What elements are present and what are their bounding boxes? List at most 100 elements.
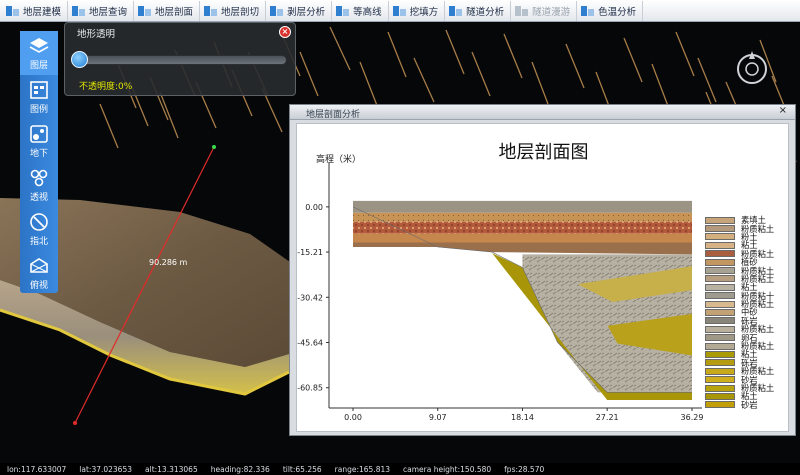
stratum-fill-sand [353, 212, 692, 222]
close-icon[interactable]: × [279, 26, 291, 38]
tool-icon [270, 5, 284, 17]
stratum-fill-clay [353, 233, 692, 243]
toolbar-button-5[interactable]: 等高线 [332, 0, 389, 21]
legend-swatch [705, 367, 735, 375]
toolbar-button-label: 隧道分析 [466, 6, 505, 18]
toolbar-button-label: 地层剖面 [155, 6, 194, 18]
window-titlebar[interactable]: 地层剖面分析 × [290, 105, 795, 120]
tool-icon [336, 5, 350, 17]
sidebar-item-label: 图层 [29, 61, 48, 71]
sidebar-item-north[interactable]: 指北 [20, 207, 58, 251]
legend-swatch [705, 233, 735, 241]
toolbar-button-9[interactable]: 色温分析 [577, 0, 644, 21]
status-heading: heading:82.336 [210, 464, 270, 474]
toolbar-button-0[interactable]: 地层建模 [2, 0, 69, 21]
legend-swatch [705, 225, 735, 233]
toolbar-button-label: 挖填方 [409, 6, 439, 18]
tool-icon [449, 5, 463, 17]
close-button[interactable]: × [779, 105, 787, 116]
x-tick-label: 9.07 [429, 413, 447, 422]
perspective-icon [30, 169, 48, 187]
toolbar-button-4[interactable]: 剥层分析 [266, 0, 333, 21]
y-tick-label: -30.42 [297, 293, 323, 302]
borehole-line [531, 61, 549, 105]
y-tick-label: 0.00 [305, 203, 323, 212]
borehole-line [359, 61, 379, 109]
borehole-line [675, 31, 695, 77]
x-tick-label: 0.00 [344, 413, 362, 422]
sidebar-item-legend[interactable]: 图例 [20, 75, 58, 119]
tool-icon [138, 5, 152, 17]
sidebar-item-layers[interactable]: 图层 [20, 31, 58, 75]
legend-swatch [705, 317, 735, 325]
legend-label: 植砂 [741, 257, 758, 268]
tool-icon [72, 5, 86, 17]
sidebar-item-label: 指北 [29, 237, 48, 247]
opacity-slider-thumb[interactable] [71, 51, 88, 68]
toolbar-button-6[interactable]: 挖填方 [389, 0, 446, 21]
status-lon: lon:117.633007 [7, 464, 67, 474]
legend-swatch [705, 359, 735, 367]
legend-swatch [705, 292, 735, 300]
borehole-line [387, 31, 407, 78]
top-toolbar: 地层建模 地层查询 地层剖面 地层剖切 剥层分析 等高线 挖填方 隧道分析 隧道漫游 色温分析 [0, 0, 800, 22]
sidebar-item-label: 俯视 [29, 281, 48, 291]
tool-icon [581, 5, 595, 17]
borehole-line [471, 51, 491, 97]
sidebar-item-perspective[interactable]: 透视 [20, 163, 58, 207]
sidebar-item-topview[interactable]: 俯视 [20, 251, 58, 295]
toolbar-button-label: 地层建模 [23, 6, 62, 18]
topview-icon [30, 258, 48, 273]
y-tick-label: -15.21 [297, 248, 323, 257]
legend-swatch [705, 392, 735, 400]
toolbar-button-label: 色温分析 [598, 6, 637, 18]
legend-swatch [705, 376, 735, 384]
opacity-slider-track[interactable] [73, 55, 287, 65]
chart-area: 地层剖面图 高程（米） 0.00 -15.21 -30.42 -45.64 -60.85… [296, 123, 789, 432]
borehole-line [159, 91, 179, 139]
legend-swatch [705, 250, 735, 258]
toolbar-button-label: 地层查询 [89, 6, 128, 18]
status-bar: lon:117.633007 lat:37.023653 alt:13.3130… [0, 463, 800, 475]
borehole-line [623, 37, 643, 83]
toolbar-button-2[interactable]: 地层剖面 [134, 0, 201, 21]
opacity-value-label: 不透明度:0% [79, 82, 133, 92]
legend-swatch [705, 334, 735, 342]
tool-icon [392, 5, 406, 17]
x-tick-label: 36.29 [681, 413, 704, 422]
stratum-fill-top [353, 200, 692, 213]
sidebar-item-label: 图例 [29, 105, 48, 115]
legend-swatch [705, 401, 735, 409]
panel-title: 地形透明 [77, 29, 116, 40]
status-range: range:165.813 [334, 464, 391, 474]
y-tick-label: -45.64 [297, 339, 323, 348]
tool-icon [6, 5, 19, 17]
toolbar-button-7[interactable]: 隧道分析 [445, 0, 512, 21]
terrain-opacity-panel: 地形透明 × 不透明度:0% [64, 22, 296, 96]
toolbar-button-label: 地层剖切 [221, 6, 260, 18]
status-tilt: tilt:65.256 [282, 464, 322, 474]
legend-swatch [705, 275, 735, 283]
legend-swatch [705, 325, 735, 333]
legend-swatch [705, 241, 735, 249]
borehole-line [299, 51, 319, 97]
borehole-line [503, 33, 523, 79]
toolbar-button-8[interactable]: 隧道漫游 [511, 0, 578, 21]
sidebar-item-underground[interactable]: 地下 [20, 119, 58, 163]
legend-swatch [705, 267, 735, 275]
toolbar-button-label: 隧道漫游 [532, 6, 571, 18]
x-tick-label: 27.21 [596, 413, 619, 422]
toolbar-button-label: 剥层分析 [287, 6, 326, 18]
borehole-line [445, 29, 465, 75]
tool-icon [204, 5, 218, 17]
legend-swatch [705, 258, 735, 266]
window-title: 地层剖面分析 [306, 110, 361, 120]
toolbar-button-label: 等高线 [353, 6, 382, 18]
toolbar-button-3[interactable]: 地层剖切 [200, 0, 267, 21]
legend-swatch [705, 308, 735, 316]
status-fps: fps:28.570 [504, 464, 545, 474]
left-sidebar: 图层 图例 地下 透视 指北 俯视 [20, 31, 58, 293]
x-tick-label: 18.14 [511, 413, 534, 422]
legend-item: 砂岩 [705, 401, 785, 409]
toolbar-button-1[interactable]: 地层查询 [68, 0, 135, 21]
